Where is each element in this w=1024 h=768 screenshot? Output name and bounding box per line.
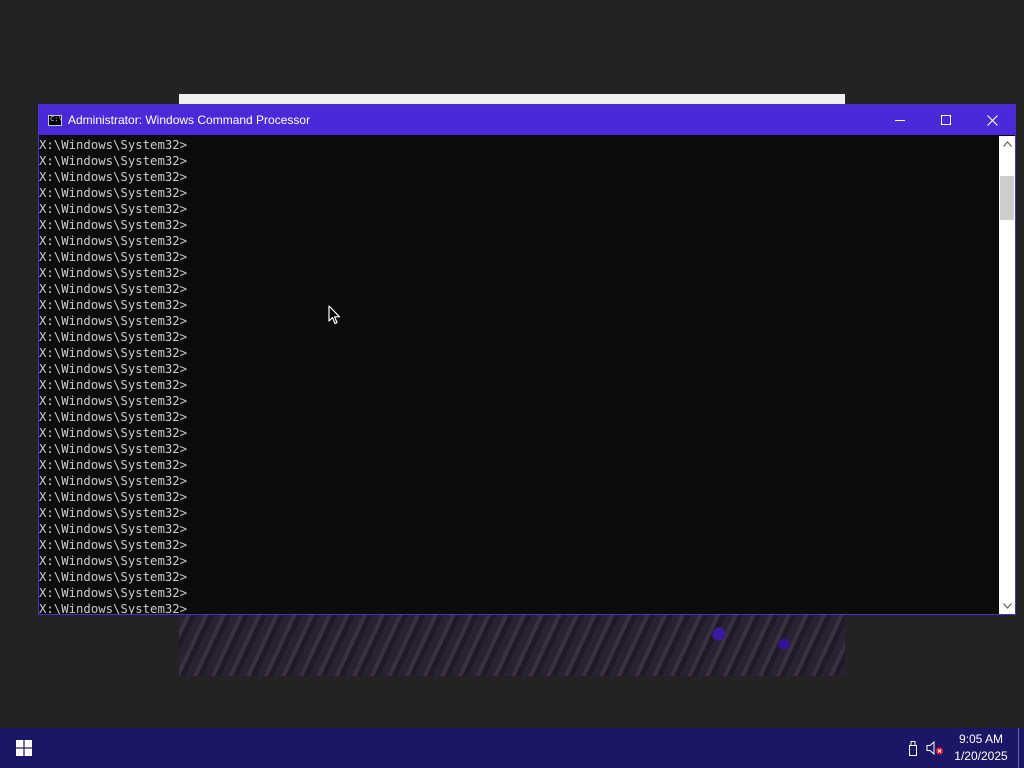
console-line: X:\Windows\System32>	[39, 330, 188, 344]
console-line: X:\Windows\System32>	[39, 554, 188, 568]
window-controls	[877, 105, 1015, 135]
console-line: X:\Windows\System32>	[39, 586, 188, 600]
windows-logo-icon	[16, 740, 32, 756]
console-line: X:\Windows\System32>	[39, 394, 188, 408]
console-line: X:\Windows\System32>	[39, 138, 188, 152]
console-line: X:\Windows\System32>	[39, 186, 188, 200]
console-line: X:\Windows\System32>	[39, 442, 188, 456]
scroll-down-button[interactable]	[999, 598, 1015, 614]
mouse-pointer-icon	[328, 305, 341, 325]
speaker-muted-icon	[926, 741, 944, 755]
scroll-up-button[interactable]	[999, 136, 1015, 152]
start-button[interactable]	[0, 728, 48, 768]
console-line: X:\Windows\System32>	[39, 250, 188, 264]
minimize-button[interactable]	[877, 105, 923, 135]
console-line: X:\Windows\System32>	[39, 154, 188, 168]
console-line: X:\Windows\System32>	[39, 538, 188, 552]
console-line: X:\Windows\System32>	[39, 426, 188, 440]
show-desktop-button[interactable]	[1018, 728, 1024, 768]
chevron-down-icon	[1002, 603, 1012, 609]
volume-button[interactable]	[924, 728, 946, 768]
close-button[interactable]	[969, 105, 1015, 135]
title-bar[interactable]: Administrator: Windows Command Processor	[39, 105, 1015, 135]
maximize-icon	[941, 115, 951, 125]
vertical-scrollbar[interactable]	[999, 136, 1015, 614]
console-line: X:\Windows\System32>	[39, 218, 188, 232]
console-line: X:\Windows\System32>	[39, 266, 188, 280]
maximize-button[interactable]	[923, 105, 969, 135]
console-line: X:\Windows\System32>	[39, 234, 188, 248]
console-line: X:\Windows\System32>	[39, 410, 188, 424]
console-line: X:\Windows\System32>	[39, 202, 188, 216]
console-line: X:\Windows\System32>	[39, 474, 188, 488]
window-title: Administrator: Windows Command Processor	[68, 113, 311, 127]
console-line: X:\Windows\System32>	[39, 170, 188, 184]
usb-drive-icon	[909, 740, 917, 756]
clock-date: 1/20/2025	[954, 749, 1008, 763]
console-line: X:\Windows\System32>	[39, 362, 188, 376]
background-window-image	[179, 614, 845, 676]
console-line: X:\Windows\System32>	[39, 282, 188, 296]
console-line: X:\Windows\System32>	[39, 458, 188, 472]
chevron-up-icon	[1002, 141, 1012, 147]
command-prompt-window[interactable]: Administrator: Windows Command Processor…	[38, 104, 1016, 615]
taskbar-clock[interactable]: 9:05 AM 1/20/2025	[950, 731, 1012, 765]
clock-time: 9:05 AM	[958, 732, 1004, 746]
console-line: X:\Windows\System32>	[39, 298, 188, 312]
console-line: X:\Windows\System32>	[39, 522, 188, 536]
console-app-icon	[48, 114, 63, 126]
console-line: X:\Windows\System32>	[39, 570, 188, 584]
scroll-thumb[interactable]	[1000, 176, 1014, 220]
console-line: X:\Windows\System32>	[39, 490, 188, 504]
console-output[interactable]: X:\Windows\System32> X:\Windows\System32>…	[39, 136, 999, 614]
console-line: X:\Windows\System32>	[39, 346, 188, 360]
console-line: X:\Windows\System32>	[39, 378, 188, 392]
usb-drive-button[interactable]	[902, 728, 924, 768]
close-icon	[986, 114, 998, 126]
console-line: X:\Windows\System32>	[39, 602, 188, 614]
system-tray: 9:05 AM 1/20/2025	[902, 728, 1024, 768]
minimize-icon	[895, 120, 905, 121]
console-line: X:\Windows\System32>	[39, 506, 188, 520]
console-line: X:\Windows\System32>	[39, 314, 188, 328]
taskbar: 9:05 AM 1/20/2025	[0, 728, 1024, 768]
